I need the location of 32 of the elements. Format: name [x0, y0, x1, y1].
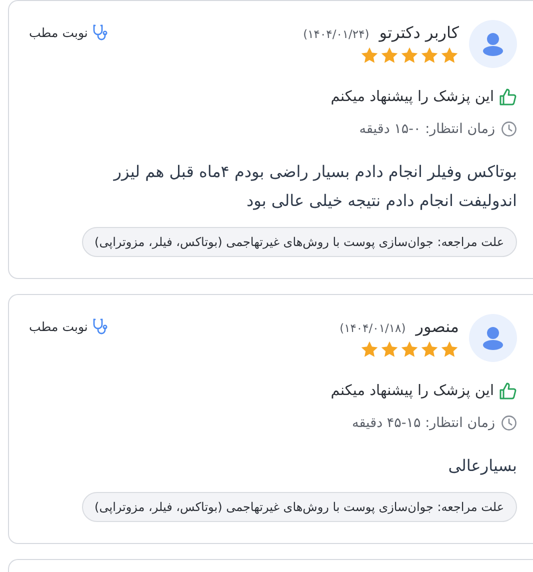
appointment-link[interactable]: نوبت مطب [29, 314, 108, 335]
wait-time: زمان انتظار: ۱۵-۴۵ دقیقه [352, 414, 495, 433]
author-name: کاربر دکترتو [379, 23, 459, 42]
star-icon [420, 340, 439, 359]
star-icon [360, 340, 379, 359]
review-text: بوتاکس وفیلر انجام دادم بسیار راضی بودم ۴ماه قبل هم لیزر اندولیفت انجام دادم نتیجه خیلی عالی بود [112, 161, 517, 212]
clock-icon [501, 121, 517, 137]
review-date: (۱۴۰۴/۰۱/۱۸) [340, 321, 406, 335]
person-icon [482, 326, 504, 350]
stethoscope-icon [92, 318, 108, 335]
appointment-link[interactable]: نوبت مطب [29, 20, 108, 41]
recommendation-text: این پزشک را پیشنهاد میکنم [330, 382, 494, 401]
person-icon [482, 32, 504, 56]
review-text: بسیارعالی [447, 455, 517, 477]
thumbs-up-icon [499, 88, 517, 106]
star-icon [420, 46, 439, 65]
star-icon [440, 46, 459, 65]
review-date: (۱۴۰۴/۰۱/۲۴) [303, 27, 370, 41]
thumbs-up-icon [499, 382, 517, 400]
wait-time: زمان انتظار: ۰-۱۵ دقیقه [359, 120, 495, 139]
star-icon [360, 46, 379, 65]
visit-reason-tag: علت مراجعه: جوان‌سازی پوست با روش‌های غیرتهاجمی (بوتاکس، فیلر، مزوتراپی) [82, 227, 517, 257]
visit-reason-tag: علت مراجعه: جوان‌سازی پوست با روش‌های غیرتهاجمی (بوتاکس، فیلر، مزوتراپی) [82, 492, 517, 522]
stethoscope-icon [92, 24, 108, 41]
star-icon [440, 340, 459, 359]
recommendation-text: این پزشک را پیشنهاد میکنم [330, 88, 494, 107]
star-icon [400, 340, 419, 359]
star-icon [380, 340, 399, 359]
clock-icon [501, 415, 517, 431]
star-icon [400, 46, 419, 65]
star-icon [380, 46, 399, 65]
author-name: منصور [416, 317, 459, 336]
